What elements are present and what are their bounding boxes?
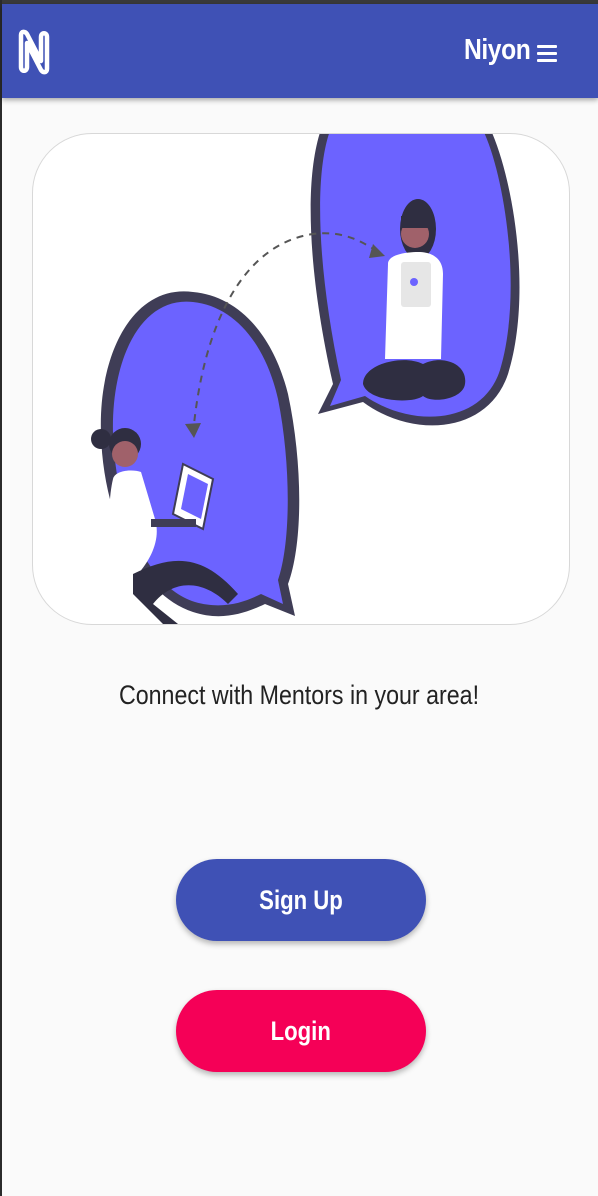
- menu-line: [537, 45, 557, 48]
- menu-line: [537, 59, 557, 62]
- hamburger-menu-icon[interactable]: [537, 45, 557, 65]
- hero-illustration-card: [32, 133, 570, 625]
- app-bar: Niyon: [2, 4, 598, 98]
- app-title: Niyon: [464, 34, 531, 66]
- login-button[interactable]: Login: [176, 990, 426, 1072]
- sign-up-button[interactable]: Sign Up: [176, 859, 426, 941]
- niyon-n-logo-icon[interactable]: [16, 27, 52, 77]
- menu-line: [537, 52, 557, 55]
- tagline-text: Connect with Mentors in your area!: [118, 680, 480, 710]
- sign-up-label: Sign Up: [259, 884, 343, 915]
- login-label: Login: [270, 1015, 332, 1046]
- window-left-border: [0, 0, 2, 1196]
- mentor-connect-illustration: [91, 134, 520, 624]
